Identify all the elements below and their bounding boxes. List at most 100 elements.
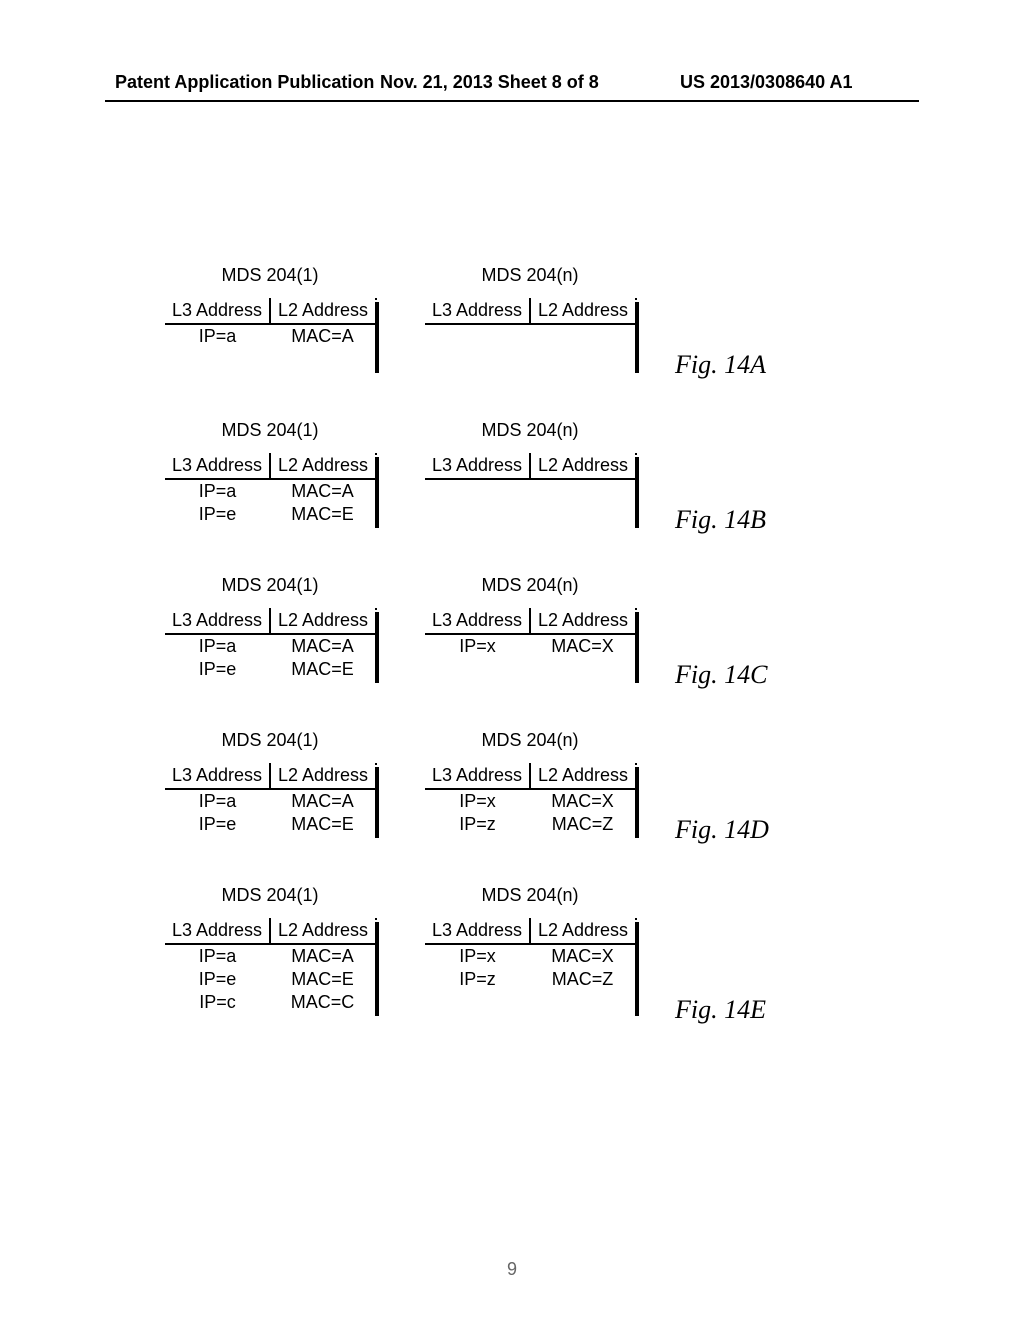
table-row: IP=aMAC=A — [165, 324, 375, 348]
cell-l2 — [530, 503, 635, 526]
cell-l3: IP=z — [425, 968, 530, 991]
mds-table: L3 AddressL2 Address — [425, 453, 635, 526]
cell-l3: IP=x — [425, 634, 530, 658]
cell-l3: IP=e — [165, 813, 270, 836]
cell-l2 — [530, 348, 635, 371]
mds-table: L3 AddressL2 AddressIP=aMAC=AIP=eMAC=E — [165, 453, 375, 526]
table-row: IP=eMAC=E — [165, 968, 375, 991]
mds-block: MDS 204(1) L3 AddressL2 AddressIP=aMAC=AI… — [165, 420, 375, 531]
figure-row: MDS 204(1)L3 AddressL2 AddressIP=aMAC=A … — [165, 265, 925, 420]
cell-l2: MAC=X — [530, 944, 635, 968]
table-row — [425, 479, 635, 503]
mds-title: MDS 204(n) — [425, 420, 635, 441]
figure-label: Fig. 14C — [675, 660, 767, 690]
mds-table: L3 AddressL2 AddressIP=aMAC=AIP=eMAC=E — [165, 763, 375, 836]
figures-content: MDS 204(1)L3 AddressL2 AddressIP=aMAC=A … — [165, 265, 919, 1060]
col-l2-address: L2 Address — [270, 918, 375, 944]
mds-title: MDS 204(1) — [165, 730, 375, 751]
col-l2-address: L2 Address — [530, 763, 635, 789]
table-row: IP=xMAC=X — [425, 634, 635, 658]
mds-table: L3 AddressL2 AddressIP=aMAC=A — [165, 298, 375, 371]
cell-l3: IP=a — [165, 479, 270, 503]
mds-title: MDS 204(n) — [425, 730, 635, 751]
table-row — [425, 503, 635, 526]
cell-l2: MAC=A — [270, 479, 375, 503]
table-row — [165, 348, 375, 371]
mds-title: MDS 204(1) — [165, 420, 375, 441]
table-row: IP=aMAC=A — [165, 479, 375, 503]
mds-title: MDS 204(n) — [425, 265, 635, 286]
cell-l2 — [530, 324, 635, 348]
mds-table: L3 AddressL2 AddressIP=xMAC=X — [425, 608, 635, 681]
figure-row: MDS 204(1)L3 AddressL2 AddressIP=aMAC=AI… — [165, 420, 925, 575]
mds-title: MDS 204(n) — [425, 575, 635, 596]
cell-l3 — [425, 348, 530, 371]
cell-l2: MAC=E — [270, 813, 375, 836]
cell-l3: IP=e — [165, 503, 270, 526]
table-row: IP=eMAC=E — [165, 503, 375, 526]
cell-l2: MAC=E — [270, 658, 375, 681]
table-row: IP=eMAC=E — [165, 813, 375, 836]
mds-table: L3 AddressL2 Address — [425, 298, 635, 371]
col-l2-address: L2 Address — [530, 918, 635, 944]
cell-l2: MAC=E — [270, 968, 375, 991]
table-row: IP=zMAC=Z — [425, 968, 635, 991]
col-l2-address: L2 Address — [270, 453, 375, 479]
cell-l3: IP=x — [425, 789, 530, 813]
cell-l3 — [425, 479, 530, 503]
cell-l3 — [425, 658, 530, 681]
cell-l3: IP=a — [165, 324, 270, 348]
cell-l2: MAC=A — [270, 634, 375, 658]
mds-block: MDS 204(1)L3 AddressL2 AddressIP=aMAC=A — [165, 265, 375, 376]
col-l2-address: L2 Address — [530, 298, 635, 324]
cell-l3 — [425, 991, 530, 1014]
figure-row: MDS 204(1) L3 AddressL2 AddressIP=aMAC=AI… — [165, 575, 925, 730]
cell-l2 — [530, 658, 635, 681]
figure-label: Fig. 14D — [675, 815, 769, 845]
mds-block: MDS 204(1)L3 AddressL2 AddressIP=aMAC=AI… — [165, 885, 375, 1019]
table-row: IP=eMAC=E — [165, 658, 375, 681]
mds-block: MDS 204(n) L3 AddressL2 Address — [425, 265, 635, 376]
cell-l3: IP=a — [165, 789, 270, 813]
mds-title: MDS 204(n) — [425, 885, 635, 906]
mds-title: MDS 204(1) — [165, 885, 375, 906]
figure-row: MDS 204(1)L3 AddressL2 AddressIP=aMAC=AI… — [165, 885, 925, 1060]
cell-l2: MAC=A — [270, 944, 375, 968]
header-left: Patent Application Publication — [115, 72, 374, 93]
table-row — [425, 658, 635, 681]
cell-l2: MAC=A — [270, 789, 375, 813]
figure-row: MDS 204(1)L3 AddressL2 AddressIP=aMAC=AI… — [165, 730, 925, 885]
cell-l3: IP=e — [165, 968, 270, 991]
col-l2-address: L2 Address — [530, 608, 635, 634]
cell-l3: IP=e — [165, 658, 270, 681]
col-l3-address: L3 Address — [165, 608, 270, 634]
cell-l3 — [425, 503, 530, 526]
figure-label: Fig. 14A — [675, 350, 766, 380]
table-row: IP=xMAC=X — [425, 944, 635, 968]
cell-l2: MAC=X — [530, 789, 635, 813]
cell-l2: MAC=E — [270, 503, 375, 526]
mds-table: L3 AddressL2 AddressIP=aMAC=AIP=eMAC=E — [165, 608, 375, 681]
cell-l2: MAC=Z — [530, 813, 635, 836]
col-l3-address: L3 Address — [165, 298, 270, 324]
figure-label: Fig. 14B — [675, 505, 766, 535]
cell-l3: IP=z — [425, 813, 530, 836]
mds-block: MDS 204(1) L3 AddressL2 AddressIP=aMAC=AI… — [165, 575, 375, 686]
col-l3-address: L3 Address — [165, 918, 270, 944]
mds-title: MDS 204(1) — [165, 575, 375, 596]
mds-block: MDS 204(n)L3 AddressL2 AddressIP=xMAC=XI… — [425, 885, 635, 1019]
col-l3-address: L3 Address — [165, 453, 270, 479]
mds-block: MDS 204(n) L3 AddressL2 Address — [425, 420, 635, 531]
col-l2-address: L2 Address — [530, 453, 635, 479]
col-l2-address: L2 Address — [270, 763, 375, 789]
cell-l3 — [165, 348, 270, 371]
header-right: US 2013/0308640 A1 — [680, 72, 852, 93]
mds-block: MDS 204(1) L3 AddressL2 AddressIP=aMAC=AI… — [165, 730, 375, 841]
page-number: 9 — [0, 1259, 1024, 1280]
cell-l2 — [530, 991, 635, 1014]
table-row: IP=xMAC=X — [425, 789, 635, 813]
header-rule — [105, 100, 919, 102]
col-l3-address: L3 Address — [425, 763, 530, 789]
cell-l2 — [270, 348, 375, 371]
table-row — [425, 348, 635, 371]
